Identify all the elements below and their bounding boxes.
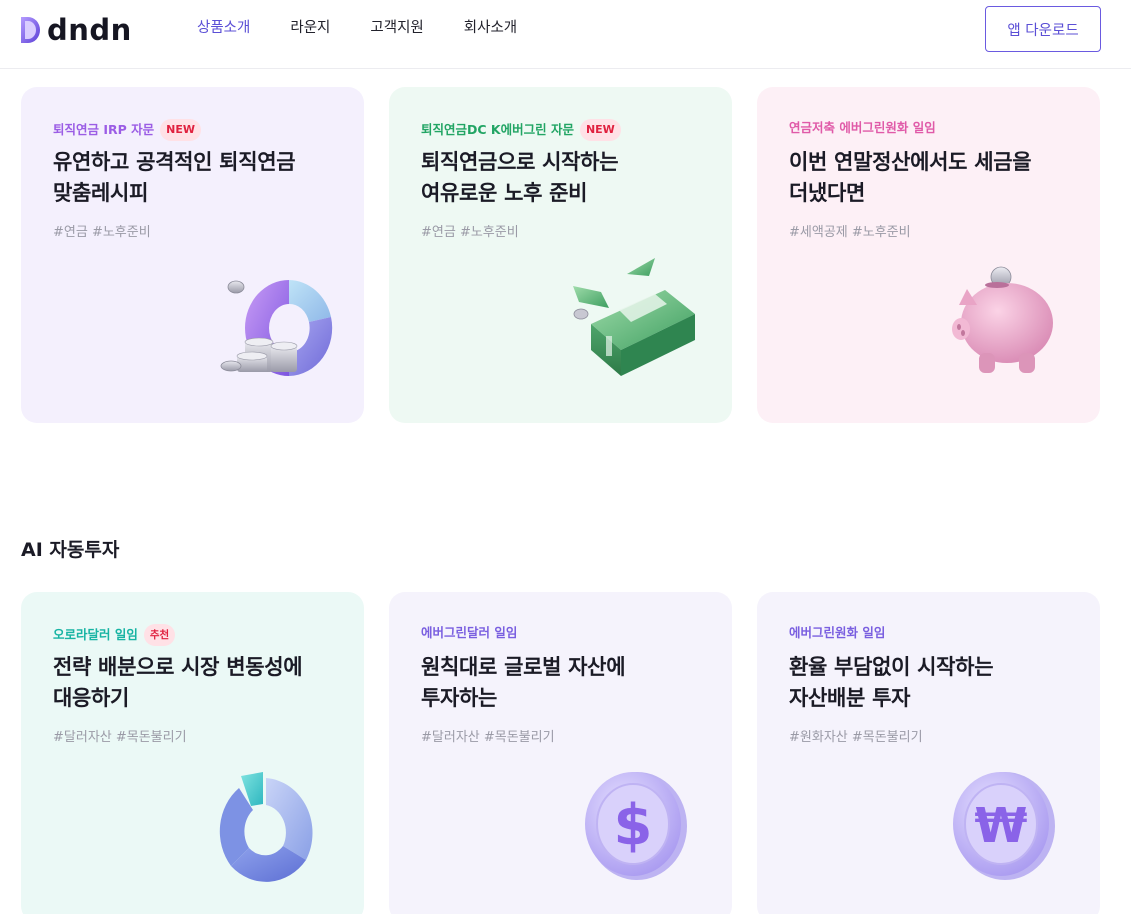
svg-text:$: $: [614, 793, 653, 858]
card-category-label: 에버그린원화 일임: [789, 625, 886, 640]
svg-text:₩: ₩: [975, 798, 1028, 854]
card-category-label: 퇴직연금 IRP 자문: [53, 122, 155, 137]
main-nav: 상품소개 라운지 고객지원 회사소개: [197, 18, 557, 38]
card-tags: #연금 #노후준비: [53, 225, 151, 240]
card-title: 퇴직연금으로 시작하는 여유로운 노후 준비: [421, 150, 619, 205]
segmented-donut-icon: [219, 772, 313, 882]
card-title: 유연하고 공격적인 퇴직연금 맞춤레시피: [53, 150, 296, 205]
card-tags: #연금 #노후준비: [421, 225, 519, 240]
card-category-label: 에버그린달러 일임: [421, 625, 518, 640]
new-badge: NEW: [579, 119, 621, 141]
card-tags: #세액공제 #노후준비: [789, 225, 911, 240]
card-title: 전략 배분으로 시장 변동성에 대응하기: [53, 655, 303, 710]
product-card-aurora-dollar[interactable]: 오로라달러 일임 추천 전략 배분으로 시장 변동성에 대응하기 #달러자산 #…: [21, 592, 364, 914]
won-coin-icon: ₩: [953, 772, 1055, 880]
nav-lounge[interactable]: 라운지: [290, 18, 330, 38]
card-category-label: 오로라달러 일임: [53, 627, 138, 642]
card-tags: #달러자산 #목돈불리기: [53, 730, 187, 745]
card-category: 퇴직연금DC K에버그린 자문 NEW: [421, 119, 621, 141]
donut-chart-with-coins-icon: [220, 280, 333, 376]
card-category: 오로라달러 일임 추천: [53, 624, 176, 646]
card-category: 에버그린달러 일임: [421, 624, 517, 642]
card-title: 환율 부담없이 시작하는 자산배분 투자: [789, 655, 994, 710]
card-category-label: 연금저축 에버그린원화 일임: [789, 120, 936, 135]
dollar-coin-icon: $: [585, 772, 687, 880]
product-card-irp[interactable]: 퇴직연금 IRP 자문 NEW 유연하고 공격적인 퇴직연금 맞춤레시피 #연금…: [21, 87, 364, 423]
top-header: dndn 상품소개 라운지 고객지원 회사소개 앱 다운로드: [0, 0, 1131, 69]
logo[interactable]: dndn: [20, 14, 132, 46]
new-badge: NEW: [160, 119, 202, 141]
logo-mark-icon: [21, 17, 40, 43]
nav-company[interactable]: 회사소개: [464, 18, 517, 38]
card-title: 이번 연말정산에서도 세금을 더냈다면: [789, 150, 1032, 205]
logo-text: dndn: [47, 13, 132, 47]
cash-stack-icon: [573, 258, 695, 376]
card-category: 연금저축 에버그린원화 일임: [789, 119, 936, 137]
card-category-label: 퇴직연금DC K에버그린 자문: [421, 122, 574, 137]
product-card-pension-savings[interactable]: 연금저축 에버그린원화 일임 이번 연말정산에서도 세금을 더냈다면 #세액공제…: [757, 87, 1100, 423]
card-title: 원칙대로 글로벌 자산에 투자하는: [421, 655, 626, 710]
card-category: 에버그린원화 일임: [789, 624, 885, 642]
card-tags: #원화자산 #목돈불리기: [789, 730, 923, 745]
card-tags: #달러자산 #목돈불리기: [421, 730, 555, 745]
product-card-evergreen-dollar[interactable]: 에버그린달러 일임 원칙대로 글로벌 자산에 투자하는 #달러자산 #목돈불리기…: [389, 592, 732, 914]
nav-support[interactable]: 고객지원: [370, 18, 423, 38]
product-card-dc[interactable]: 퇴직연금DC K에버그린 자문 NEW 퇴직연금으로 시작하는 여유로운 노후 …: [389, 87, 732, 423]
nav-products[interactable]: 상품소개: [197, 18, 250, 38]
product-card-evergreen-won[interactable]: 에버그린원화 일임 환율 부담없이 시작하는 자산배분 투자 #원화자산 #목돈…: [757, 592, 1100, 914]
section-title-ai-investing: AI 자동투자: [21, 539, 120, 561]
app-download-button[interactable]: 앱 다운로드: [985, 6, 1101, 52]
piggy-bank-icon: [952, 266, 1053, 373]
recommended-badge: 추천: [143, 624, 176, 646]
card-category: 퇴직연금 IRP 자문 NEW: [53, 119, 202, 141]
